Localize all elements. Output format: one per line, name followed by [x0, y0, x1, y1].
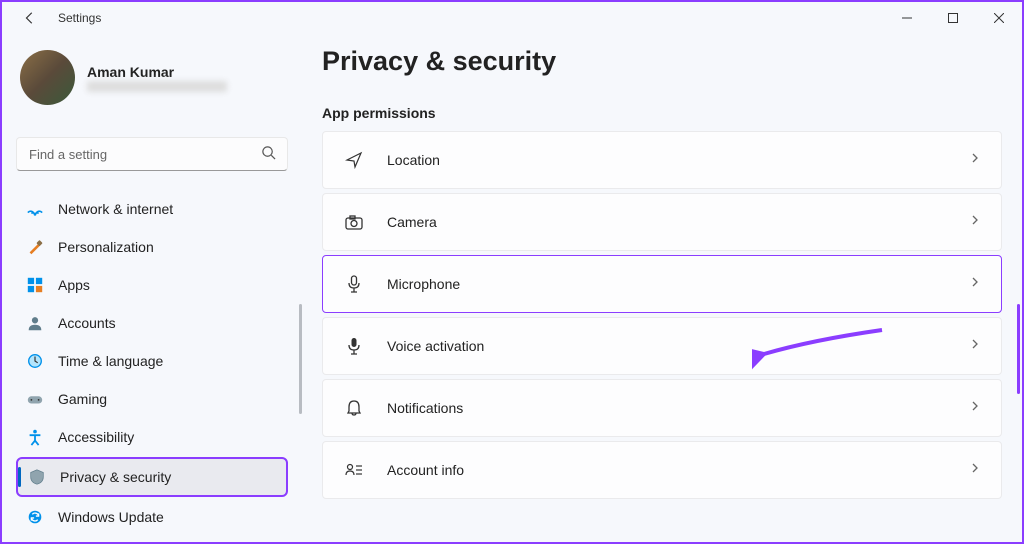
permission-notifications[interactable]: Notifications [322, 379, 1002, 437]
section-header: App permissions [322, 105, 1002, 121]
chevron-right-icon [969, 461, 981, 479]
chevron-right-icon [969, 213, 981, 231]
permission-camera[interactable]: Camera [322, 193, 1002, 251]
sidebar-item-label: Personalization [58, 239, 154, 255]
minimize-button[interactable] [884, 2, 930, 34]
sidebar: Aman Kumar Network & internet Personaliza… [2, 34, 302, 542]
user-block[interactable]: Aman Kumar [16, 44, 288, 117]
sidebar-item-label: Network & internet [58, 201, 173, 217]
maximize-button[interactable] [930, 2, 976, 34]
avatar [20, 50, 75, 105]
sidebar-item-windows-update[interactable]: Windows Update [16, 499, 288, 535]
search-input[interactable] [16, 137, 288, 171]
wifi-icon [26, 200, 44, 218]
sidebar-item-time-language[interactable]: Time & language [16, 343, 288, 379]
search-icon [261, 145, 276, 165]
nav-list: Network & internet Personalization Apps Acc… [16, 191, 288, 535]
window-title: Settings [58, 11, 101, 25]
permission-label: Camera [387, 214, 969, 230]
sidebar-item-label: Privacy & security [60, 469, 171, 485]
bell-icon [343, 397, 365, 419]
chevron-right-icon [969, 399, 981, 417]
sidebar-item-network-internet[interactable]: Network & internet [16, 191, 288, 227]
content-scrollbar[interactable] [1017, 304, 1020, 394]
sidebar-item-apps[interactable]: Apps [16, 267, 288, 303]
clock-globe-icon [26, 352, 44, 370]
apps-icon [26, 276, 44, 294]
sidebar-item-accessibility[interactable]: Accessibility [16, 419, 288, 455]
brush-icon [26, 238, 44, 256]
permission-voice-activation[interactable]: Voice activation [322, 317, 1002, 375]
voice-icon [343, 335, 365, 357]
permission-label: Notifications [387, 400, 969, 416]
chevron-right-icon [969, 337, 981, 355]
sidebar-item-personalization[interactable]: Personalization [16, 229, 288, 265]
microphone-icon [343, 273, 365, 295]
chevron-right-icon [969, 275, 981, 293]
titlebar: Settings [2, 2, 1022, 34]
sidebar-item-label: Windows Update [58, 509, 164, 525]
page-title: Privacy & security [322, 46, 1002, 77]
permission-label: Microphone [387, 276, 969, 292]
camera-icon [343, 211, 365, 233]
user-name: Aman Kumar [87, 64, 227, 80]
shield-icon [28, 468, 46, 486]
user-email [87, 81, 227, 92]
sync-icon [26, 508, 44, 526]
sidebar-item-privacy-security[interactable]: Privacy & security [16, 457, 288, 497]
chevron-right-icon [969, 151, 981, 169]
close-button[interactable] [976, 2, 1022, 34]
gamepad-icon [26, 390, 44, 408]
sidebar-item-label: Gaming [58, 391, 107, 407]
sidebar-item-label: Apps [58, 277, 90, 293]
sidebar-item-label: Time & language [58, 353, 163, 369]
sidebar-item-label: Accessibility [58, 429, 134, 445]
account-info-icon [343, 459, 365, 481]
permission-label: Account info [387, 462, 969, 478]
sidebar-item-accounts[interactable]: Accounts [16, 305, 288, 341]
permission-location[interactable]: Location [322, 131, 1002, 189]
permission-account-info[interactable]: Account info [322, 441, 1002, 499]
permission-label: Location [387, 152, 969, 168]
sidebar-item-label: Accounts [58, 315, 116, 331]
permission-microphone[interactable]: Microphone [322, 255, 1002, 313]
permission-label: Voice activation [387, 338, 969, 354]
permission-list: Location Camera Microphone Voice activation… [322, 131, 1002, 499]
sidebar-item-gaming[interactable]: Gaming [16, 381, 288, 417]
back-button[interactable] [20, 8, 40, 28]
person-icon [26, 314, 44, 332]
location-icon [343, 149, 365, 171]
search-box [16, 137, 288, 171]
accessibility-icon [26, 428, 44, 446]
content: Privacy & security App permissions Locat… [302, 34, 1022, 542]
